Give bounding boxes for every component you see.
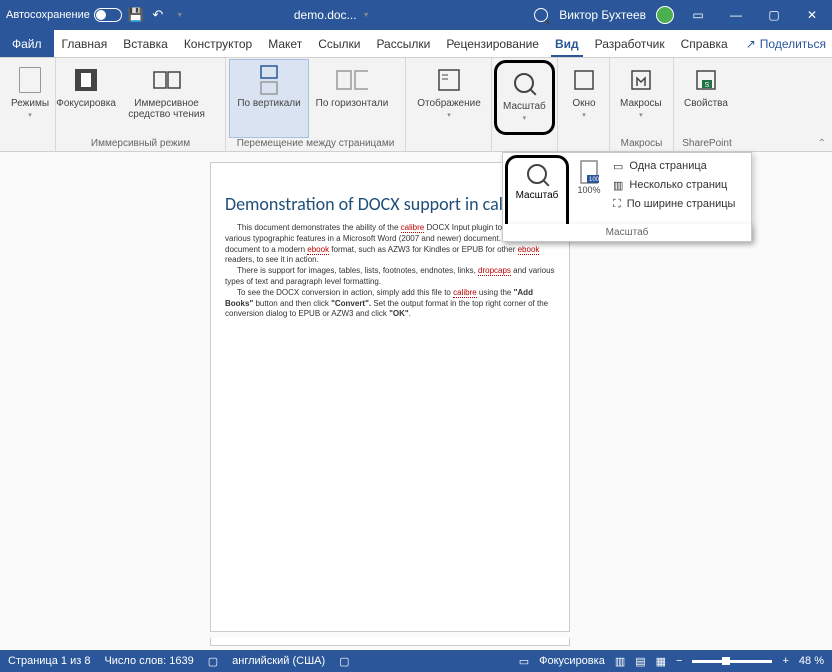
collapse-ribbon-icon[interactable]: ⌃ <box>818 138 826 149</box>
views-button[interactable]: Режимы▾ <box>4 60 56 137</box>
print-layout-icon[interactable]: ▥ <box>615 655 625 668</box>
vertical-nav-button[interactable]: По вертикали <box>230 60 308 137</box>
share-button[interactable]: ↗Поделиться <box>736 30 832 57</box>
sharepoint-icon: S <box>690 64 722 96</box>
immersive-reader-button[interactable]: Иммерсивное средство чтения <box>112 60 221 137</box>
ribbon: Режимы▾ Фокусировка Иммерсивное средство… <box>0 58 832 152</box>
tab-mailings[interactable]: Рассылки <box>368 30 438 57</box>
horizontal-nav-button[interactable]: По горизонтали <box>308 60 396 137</box>
page-indicator[interactable]: Страница 1 из 8 <box>8 655 90 667</box>
next-page-peek <box>210 638 570 646</box>
display-icon <box>433 64 465 96</box>
tab-design[interactable]: Конструктор <box>176 30 260 57</box>
multi-page-button[interactable]: ▥Несколько страниц <box>613 176 745 195</box>
zoom-slider[interactable] <box>692 660 772 663</box>
status-bar: Страница 1 из 8 Число слов: 1639 ▢ англи… <box>0 650 832 672</box>
tab-review[interactable]: Рецензирование <box>438 30 547 57</box>
one-page-icon: ▭ <box>613 160 623 173</box>
search-icon[interactable] <box>533 7 549 23</box>
close-button[interactable]: ✕ <box>798 8 826 22</box>
vertical-pages-icon <box>253 64 285 96</box>
word-count[interactable]: Число слов: 1639 <box>104 655 193 667</box>
share-icon: ↗ <box>746 37 756 51</box>
title-bar: Автосохранение 💾 ↶ ▼ demo.doc... ▼ Викто… <box>0 0 832 30</box>
qat-dropdown-icon[interactable]: ▼ <box>172 7 188 23</box>
zoom-out-icon[interactable]: − <box>676 655 682 667</box>
user-name[interactable]: Виктор Бухтеев <box>559 8 646 22</box>
tab-layout[interactable]: Макет <box>260 30 310 57</box>
display-button[interactable]: Отображение▾ <box>410 60 488 137</box>
tab-help[interactable]: Справка <box>673 30 736 57</box>
page-width-button[interactable]: ⛶По ширине страницы <box>613 195 745 214</box>
properties-button[interactable]: S Свойства <box>678 60 734 137</box>
spellcheck-icon[interactable]: ▢ <box>208 655 218 668</box>
tab-file[interactable]: Файл <box>0 30 54 57</box>
tab-insert[interactable]: Вставка <box>115 30 176 57</box>
window-icon <box>568 64 600 96</box>
macros-icon <box>625 64 657 96</box>
undo-icon[interactable]: ↶ <box>150 7 166 23</box>
svg-text:100: 100 <box>589 177 599 183</box>
ribbon-mode-icon[interactable]: ▭ <box>684 8 712 22</box>
book-icon <box>151 64 183 96</box>
tab-references[interactable]: Ссылки <box>310 30 368 57</box>
zoom-in-icon[interactable]: + <box>782 655 788 667</box>
web-layout-icon[interactable]: ▦ <box>656 655 666 668</box>
multi-page-icon: ▥ <box>613 179 623 192</box>
doc-dropdown-icon[interactable]: ▼ <box>363 12 370 19</box>
tab-developer[interactable]: Разработчик <box>587 30 673 57</box>
zoom-group-label: Масштаб <box>502 224 752 242</box>
one-page-button[interactable]: ▭Одна страница <box>613 157 745 176</box>
zoom-percent[interactable]: 48 % <box>799 655 824 667</box>
status-focus[interactable]: Фокусировка <box>539 655 605 667</box>
zoom-icon <box>527 164 547 184</box>
read-mode-icon[interactable]: ▤ <box>635 655 645 668</box>
zoom-button[interactable]: Масштаб▾ <box>494 60 555 135</box>
focus-view-icon[interactable]: ▭ <box>519 655 529 668</box>
maximize-button[interactable]: ▢ <box>760 8 788 22</box>
focus-button[interactable]: Фокусировка <box>60 60 112 137</box>
page-width-icon: ⛶ <box>613 198 621 211</box>
zoom-icon <box>508 67 540 99</box>
macros-button[interactable]: Макросы▾ <box>614 60 668 137</box>
svg-text:S: S <box>705 82 710 89</box>
views-icon <box>14 64 46 96</box>
minimize-button[interactable]: — <box>722 8 750 22</box>
horizontal-pages-icon <box>336 64 368 96</box>
save-icon[interactable]: 💾 <box>128 7 144 23</box>
accessibility-icon[interactable]: ▢ <box>339 655 349 668</box>
tab-view[interactable]: Вид <box>547 30 587 57</box>
window-button[interactable]: Окно▾ <box>562 60 606 137</box>
avatar[interactable] <box>656 6 674 24</box>
document-title[interactable]: demo.doc... <box>294 8 357 22</box>
autosave-toggle[interactable]: Автосохранение <box>6 8 122 22</box>
language-indicator[interactable]: английский (США) <box>232 655 325 667</box>
page-100-icon: 100 <box>579 159 599 185</box>
focus-icon <box>70 64 102 96</box>
ribbon-tabs: Файл Главная Вставка Конструктор Макет С… <box>0 30 832 58</box>
tab-home[interactable]: Главная <box>54 30 116 57</box>
